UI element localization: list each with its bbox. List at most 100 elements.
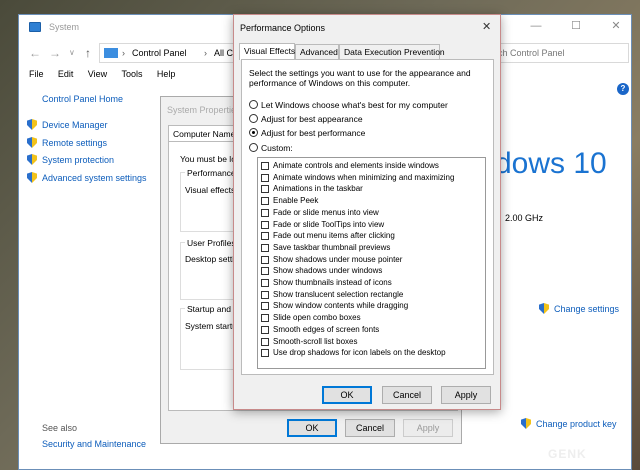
checkbox[interactable] — [261, 279, 269, 287]
checkbox[interactable] — [261, 349, 269, 358]
checkbox-label: Animate windows when minimizing and maxi… — [273, 172, 455, 182]
recent-dropdown-icon[interactable]: ∨ — [69, 48, 75, 57]
checkbox-label: Use drop shadows for icon labels on the … — [273, 348, 446, 358]
checkbox-item[interactable]: Animate controls and elements inside win… — [261, 161, 483, 173]
checkbox-item[interactable]: Fade or slide menus into view — [261, 208, 483, 220]
checkbox[interactable] — [261, 173, 269, 182]
control-panel-home-link[interactable]: Control Panel Home — [42, 94, 123, 104]
checkbox[interactable] — [261, 162, 269, 170]
checkbox[interactable] — [261, 290, 269, 299]
sidebar-item-remote-settings[interactable]: Remote settings — [27, 137, 107, 148]
checkbox[interactable] — [261, 185, 269, 194]
sp-ok-button[interactable]: OK — [287, 419, 337, 437]
shield-icon — [521, 418, 531, 429]
description-text: Select the settings you want to use for … — [249, 68, 471, 88]
checkbox-label: Smooth-scroll list boxes — [273, 336, 358, 346]
checkbox-item[interactable]: Animate windows when minimizing and maxi… — [261, 173, 483, 185]
checkbox-label: Save taskbar thumbnail previews — [273, 242, 391, 252]
performance-text: Visual effects, — [185, 185, 238, 195]
checkbox-label: Slide open combo boxes — [273, 313, 361, 323]
checkbox[interactable] — [261, 232, 269, 241]
maximize-icon[interactable]: ☐ — [563, 18, 589, 34]
radio-button[interactable] — [249, 100, 258, 109]
watermark-logo: GENK — [548, 447, 587, 461]
radio-button[interactable] — [249, 143, 258, 152]
checkbox[interactable] — [261, 255, 269, 264]
checkbox[interactable] — [261, 220, 269, 229]
menu-file[interactable]: File — [29, 69, 44, 79]
checkbox-item[interactable]: Smooth-scroll list boxes — [261, 337, 483, 349]
checkbox[interactable] — [261, 325, 269, 334]
close-icon[interactable]: ✕ — [482, 20, 491, 33]
checkbox-label: Show thumbnails instead of icons — [273, 278, 392, 287]
visual-effects-checkbox-list[interactable]: Animate controls and elements inside win… — [257, 157, 486, 369]
checkbox[interactable] — [261, 302, 269, 311]
checkbox-label: Animations in the taskbar — [273, 184, 363, 194]
tab-visual-effects[interactable]: Visual Effects — [239, 43, 295, 60]
checkbox-item[interactable]: Enable Peek — [261, 196, 483, 208]
sidebar-item-system-protection[interactable]: System protection — [27, 154, 114, 165]
checkbox-item[interactable]: Show translucent selection rectangle — [261, 290, 483, 302]
po-apply-button[interactable]: Apply — [441, 386, 491, 404]
checkbox-item[interactable]: Fade or slide ToolTips into view — [261, 220, 483, 232]
menu-edit[interactable]: Edit — [58, 69, 74, 79]
checkbox-label: Fade or slide menus into view — [273, 207, 379, 217]
sidebar-item-advanced-system-settings[interactable]: Advanced system settings — [27, 172, 147, 183]
radio-button-selected[interactable] — [249, 128, 258, 137]
po-ok-button[interactable]: OK — [322, 386, 372, 404]
sidebar-item-device-manager[interactable]: Device Manager — [27, 119, 108, 130]
sp-cancel-button[interactable]: Cancel — [345, 419, 395, 437]
minimize-icon[interactable]: — — [523, 18, 549, 34]
tab-data-execution-prevention[interactable]: Data Execution Prevention — [339, 44, 445, 59]
change-product-key-link[interactable]: Change product key — [521, 418, 617, 429]
system-window-icon — [29, 22, 41, 32]
menu-tools[interactable]: Tools — [122, 69, 143, 79]
user-profiles-group-title: User Profiles — [185, 238, 238, 248]
radio-button[interactable] — [249, 114, 258, 123]
checkbox-label: Enable Peek — [273, 196, 319, 206]
close-icon[interactable]: ✕ — [603, 18, 629, 34]
system-title: System — [49, 22, 80, 32]
breadcrumb-chevron-icon: › — [204, 48, 207, 58]
checkbox-item[interactable]: Save taskbar thumbnail previews — [261, 243, 483, 255]
checkbox-label: Show shadows under windows — [273, 266, 383, 276]
menu-bar: File Edit View Tools Help — [29, 69, 187, 79]
forward-icon[interactable]: → — [49, 46, 61, 60]
checkbox-label: Fade or slide ToolTips into view — [273, 219, 385, 229]
checkbox-item[interactable]: Fade out menu items after clicking — [261, 231, 483, 243]
cpu-speed: 2.00 GHz — [505, 213, 544, 223]
search-input[interactable]: ch Control Panel — [489, 43, 629, 63]
tab-advanced[interactable]: Advanced — [295, 44, 339, 59]
checkbox-item[interactable]: Smooth edges of screen fonts — [261, 325, 483, 337]
checkbox-item[interactable]: Show shadows under mouse pointer — [261, 255, 483, 267]
checkbox[interactable] — [261, 243, 269, 252]
checkbox[interactable] — [261, 208, 269, 217]
see-also-heading: See also — [42, 423, 78, 433]
checkbox-item[interactable]: Show thumbnails instead of icons — [261, 278, 483, 290]
performance-group-title: Performance — [185, 168, 238, 178]
checkbox[interactable] — [261, 337, 269, 346]
menu-help[interactable]: Help — [157, 69, 176, 79]
performance-options-title: Performance Options — [240, 23, 326, 33]
back-icon[interactable]: ← — [29, 46, 41, 60]
security-maintenance-link[interactable]: Security and Maintenance — [42, 439, 146, 449]
breadcrumb-control-panel[interactable]: Control Panel — [132, 48, 187, 58]
help-icon[interactable]: ? — [617, 83, 629, 95]
po-cancel-button[interactable]: Cancel — [382, 386, 432, 404]
up-icon[interactable]: ↑ — [85, 46, 91, 60]
change-settings-link[interactable]: Change settings — [539, 303, 619, 314]
shield-icon — [27, 137, 37, 148]
checkbox-item[interactable]: Animations in the taskbar — [261, 184, 483, 196]
checkbox-item[interactable]: Slide open combo boxes — [261, 313, 483, 325]
checkbox[interactable] — [261, 267, 269, 276]
shield-icon — [27, 119, 37, 130]
checkbox-item[interactable]: Use drop shadows for icon labels on the … — [261, 348, 483, 360]
sp-apply-button[interactable]: Apply — [403, 419, 453, 437]
checkbox[interactable] — [261, 197, 269, 206]
checkbox[interactable] — [261, 314, 269, 323]
checkbox-item[interactable]: Show shadows under windows — [261, 266, 483, 278]
checkbox-item[interactable]: Show window contents while dragging — [261, 301, 483, 313]
shield-icon — [27, 154, 37, 165]
menu-view[interactable]: View — [88, 69, 107, 79]
checkbox-label: Show window contents while dragging — [273, 301, 409, 311]
